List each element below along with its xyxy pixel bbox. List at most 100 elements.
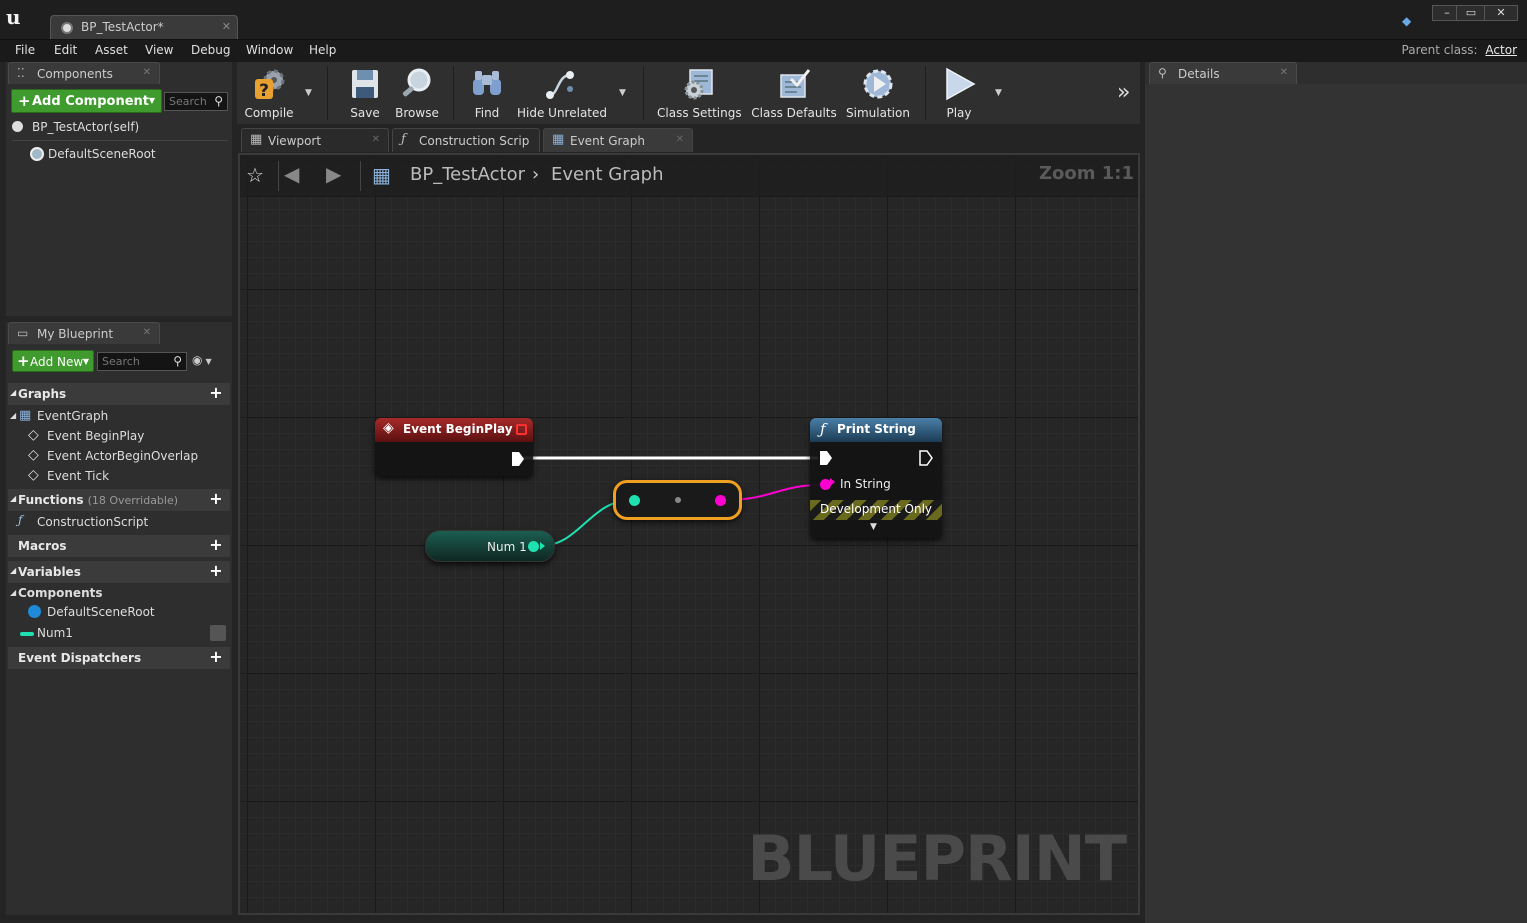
exec-out-pin-icon[interactable]	[919, 450, 933, 466]
menu-edit[interactable]: Edit	[54, 43, 77, 57]
add-new-button[interactable]: + Add New ▼	[12, 350, 94, 372]
compile-options-dropdown[interactable]: ▼	[305, 88, 312, 98]
eye-icon: ◉	[192, 353, 203, 367]
integer-pin-icon[interactable]	[528, 541, 539, 552]
save-button[interactable]: Save	[341, 62, 389, 124]
add-variable-button[interactable]: +	[208, 563, 224, 579]
functions-category[interactable]: ◢ Functions (18 Overridable) +	[8, 489, 230, 511]
toolbar-separator	[925, 66, 926, 120]
menu-window[interactable]: Window	[246, 43, 293, 57]
expand-icon: ◢	[10, 388, 17, 397]
construction-script-item[interactable]: ƒ ConstructionScript	[18, 513, 228, 533]
notification-icon[interactable]: ◆	[1402, 14, 1416, 28]
event-graph-item[interactable]: ◢ ▦ EventGraph	[8, 407, 230, 427]
blueprint-search-input[interactable]: Search ⚲	[97, 352, 187, 371]
close-tab-icon[interactable]: ✕	[222, 20, 231, 33]
exec-out-pin-icon[interactable]	[511, 451, 525, 467]
function-icon: ƒ	[18, 513, 23, 527]
browse-button[interactable]: Browse	[391, 62, 443, 124]
tree-item-default-scene-root[interactable]: DefaultSceneRoot	[30, 145, 226, 165]
add-function-button[interactable]: +	[208, 491, 224, 507]
toolbar-overflow-icon[interactable]: »	[1117, 80, 1130, 105]
expand-node-arrow-icon[interactable]: ▼	[870, 522, 877, 532]
menu-file[interactable]: File	[15, 43, 35, 57]
menu-help[interactable]: Help	[309, 43, 336, 57]
class-settings-button[interactable]: Class Settings	[657, 62, 742, 124]
tab-label: Event Graph	[570, 134, 645, 148]
details-tab-label: Details	[1178, 67, 1220, 81]
details-tab[interactable]: ⚲ Details ✕	[1149, 62, 1297, 84]
event-tick-item[interactable]: ◇ Event Tick	[28, 467, 228, 487]
visibility-toggle-icon[interactable]	[210, 625, 226, 641]
num1-getter-node[interactable]: Num 1	[425, 530, 555, 562]
class-settings-label: Class Settings	[657, 106, 742, 120]
integer-pin-icon[interactable]	[629, 495, 640, 506]
expand-icon: ◢	[10, 566, 17, 575]
tab-event-graph[interactable]: ▦ Event Graph ✕	[543, 128, 693, 152]
class-defaults-button[interactable]: Class Defaults	[749, 62, 839, 124]
variable-label: Num1	[37, 626, 73, 640]
find-label: Find	[474, 106, 500, 120]
menu-view[interactable]: View	[145, 43, 173, 57]
event-begin-play-item[interactable]: ◇ Event BeginPlay	[28, 427, 228, 447]
chevron-down-icon: ▼	[205, 357, 212, 366]
components-tab[interactable]: ⁚⁚ Components ✕	[8, 62, 160, 84]
document-tab[interactable]: BP_TestActor* ✕	[50, 15, 238, 39]
development-only-banner: Development Only	[810, 500, 942, 520]
my-blueprint-tab[interactable]: ▭ My Blueprint ✕	[8, 322, 160, 344]
close-button[interactable]: ✕	[1484, 5, 1518, 21]
variable-num1[interactable]: Num1	[18, 624, 228, 644]
close-tab-icon[interactable]: ✕	[143, 327, 151, 338]
close-tab-icon[interactable]: ✕	[1280, 67, 1288, 78]
add-macro-button[interactable]: +	[208, 537, 224, 553]
add-graph-button[interactable]: +	[208, 385, 224, 401]
components-icon: ⁚⁚	[17, 66, 25, 80]
event-icon: ◈	[383, 420, 394, 436]
hide-unrelated-button[interactable]: Hide Unrelated	[517, 62, 607, 124]
divider	[12, 140, 228, 141]
variables-category[interactable]: ◢ Variables +	[8, 561, 230, 583]
menu-debug[interactable]: Debug	[191, 43, 230, 57]
close-tab-icon[interactable]: ✕	[676, 134, 684, 145]
menu-asset[interactable]: Asset	[95, 43, 128, 57]
output-delegate-pin-icon[interactable]	[516, 424, 527, 435]
graphs-category[interactable]: ◢ Graphs +	[8, 383, 230, 405]
hide-unrelated-dropdown[interactable]: ▼	[619, 88, 626, 98]
simulation-button[interactable]: Simulation	[843, 62, 913, 124]
event-graph-label: EventGraph	[37, 409, 109, 423]
play-button[interactable]: Play	[935, 62, 983, 124]
play-options-dropdown[interactable]: ▼	[995, 88, 1002, 98]
view-options-button[interactable]: ◉ ▼	[192, 353, 224, 371]
parent-class-link[interactable]: Actor	[1485, 43, 1517, 57]
compile-button[interactable]: ? Compile	[241, 62, 297, 124]
play-icon	[946, 67, 976, 101]
close-tab-icon[interactable]: ✕	[372, 134, 380, 145]
event-actor-begin-overlap-item[interactable]: ◇ Event ActorBeginOverlap	[28, 447, 228, 467]
graph-icon: ▦	[19, 408, 32, 423]
tree-item-self[interactable]: BP_TestActor(self)	[12, 118, 228, 138]
node-header: ƒ Print String	[810, 418, 942, 442]
viewport-icon: ▦	[250, 132, 263, 147]
tab-construction-script[interactable]: ƒ Construction Scrip	[392, 128, 540, 152]
title-bar: u BP_TestActor* ✕ ◆ – ▭ ✕	[0, 0, 1527, 40]
event-graph-canvas[interactable]: ☆ ◀ ▶ ▦ BP_TestActor › Event Graph Zoom …	[238, 153, 1140, 915]
components-search-input[interactable]: Search ⚲	[164, 92, 228, 111]
tab-viewport[interactable]: ▦ Viewport ✕	[241, 128, 389, 152]
string-pin-icon[interactable]	[715, 495, 726, 506]
event-label: Event ActorBeginOverlap	[47, 449, 199, 463]
add-dispatcher-button[interactable]: +	[208, 649, 224, 665]
event-begin-play-node[interactable]: ◈ Event BeginPlay	[375, 418, 533, 476]
close-tab-icon[interactable]: ✕	[143, 67, 151, 78]
find-button[interactable]: Find	[463, 62, 511, 124]
exec-in-pin-icon[interactable]	[819, 450, 833, 466]
components-panel: ⁚⁚ Components ✕ + Add Component ▼ Search…	[6, 62, 232, 316]
variable-default-scene-root[interactable]: DefaultSceneRoot	[28, 603, 228, 623]
print-string-node[interactable]: ƒ Print String In String Development Onl…	[810, 418, 942, 538]
compile-warning-icon: ?	[255, 69, 285, 101]
maximize-button[interactable]: ▭	[1456, 5, 1486, 21]
variables-components-group[interactable]: ◢ Components	[8, 584, 230, 604]
macros-category[interactable]: Macros +	[8, 535, 230, 557]
int-to-string-conversion-node[interactable]	[613, 480, 742, 520]
add-component-button[interactable]: + Add Component ▼	[11, 89, 162, 113]
event-dispatchers-category[interactable]: Event Dispatchers +	[8, 647, 230, 669]
